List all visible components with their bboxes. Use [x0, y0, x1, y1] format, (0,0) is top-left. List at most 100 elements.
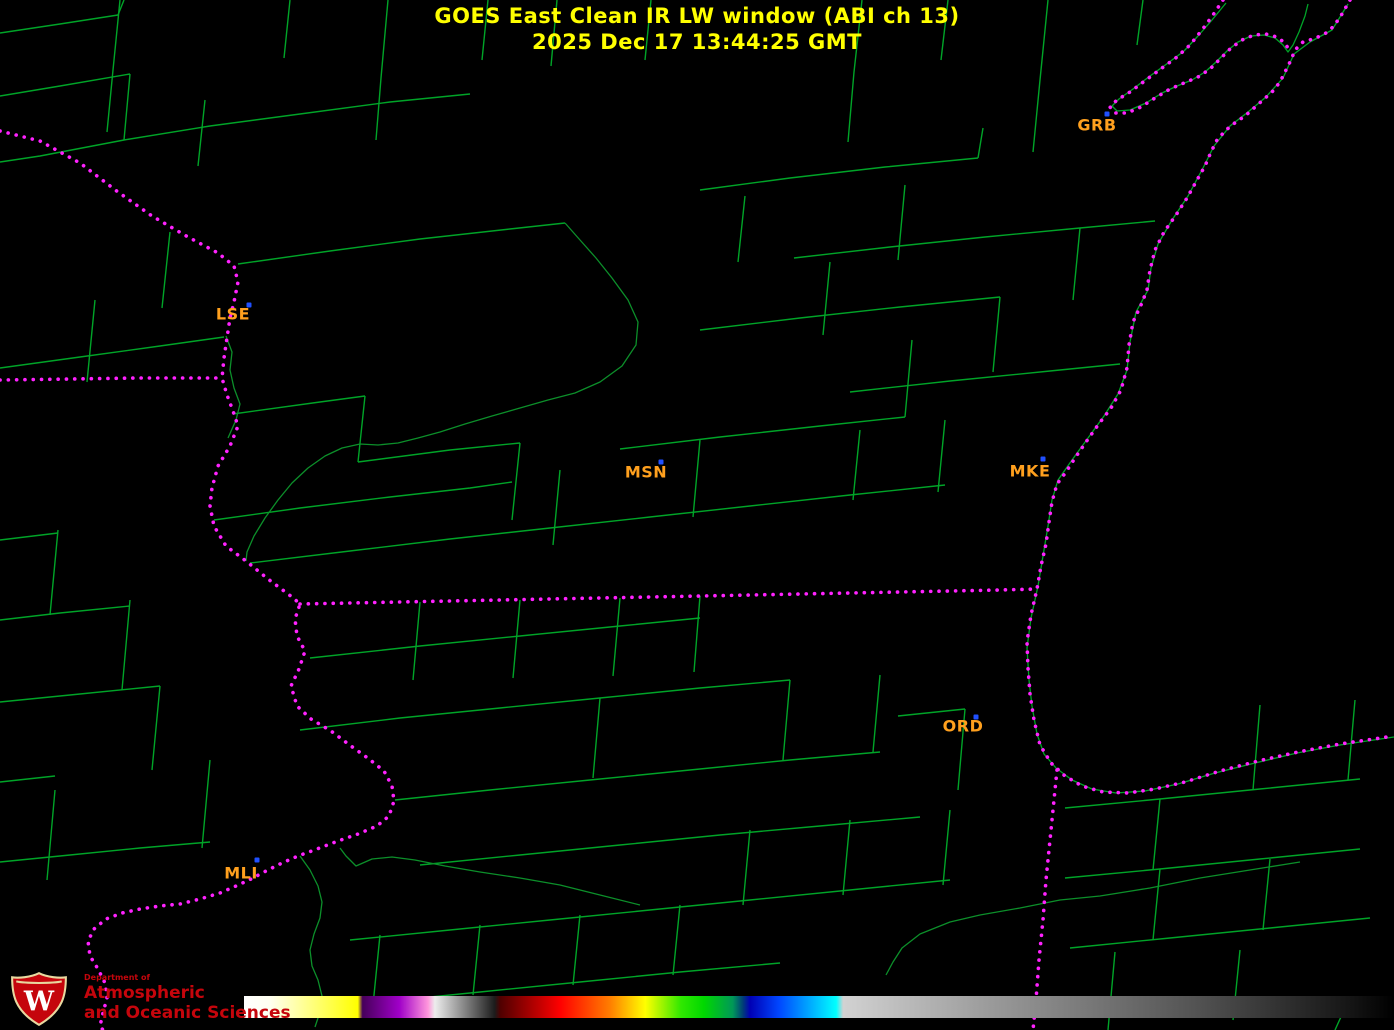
county-boundary-line — [672, 904, 681, 976]
county-boundary-line — [372, 934, 381, 1006]
station-label-lse: LSE — [215, 304, 251, 324]
ir-temperature-colorbar — [244, 996, 1394, 1018]
county-boundary-line — [0, 532, 59, 541]
uw-crest-icon: W — [11, 972, 67, 1027]
county-boundary-line — [232, 395, 366, 415]
county-boundary-line — [299, 679, 791, 731]
county-boundary-line — [793, 220, 1156, 259]
station-dot-mke — [1040, 456, 1046, 462]
county-boundary-line — [619, 416, 906, 450]
county-boundary-line — [0, 0, 125, 34]
county-boundary-line — [1032, 0, 1049, 153]
county-boundary-line — [283, 0, 291, 59]
station-label-mli: MLI — [224, 863, 258, 883]
county-boundary-line — [897, 184, 906, 261]
county-boundary-line — [472, 924, 481, 996]
river-line — [339, 847, 641, 906]
county-boundary-line — [309, 617, 701, 659]
logo-dept-line: Department of — [84, 973, 151, 983]
county-boundary-line — [412, 601, 421, 681]
county-boundary-line — [1262, 858, 1271, 931]
county-boundary-line — [213, 481, 513, 521]
county-boundary-line — [847, 0, 863, 143]
county-boundary-line — [849, 363, 1121, 393]
satellite-image-viewer: GOES East Clean IR LW window (ABI ch 13)… — [0, 0, 1394, 1030]
county-boundary-line — [121, 599, 131, 691]
county-boundary-line — [1107, 951, 1116, 1030]
state-border-dotted — [1108, 0, 1291, 115]
county-boundary-line — [1152, 798, 1161, 871]
county-boundary-line — [249, 484, 946, 564]
river-line — [245, 222, 639, 562]
county-boundary-line — [106, 0, 121, 133]
county-boundary-line — [419, 816, 921, 866]
county-boundary-line — [592, 697, 601, 779]
state-border-dotted — [0, 129, 396, 1030]
county-boundary-line — [394, 751, 881, 801]
station-label-msn: MSN — [624, 462, 668, 482]
county-boundary-line — [942, 809, 951, 886]
county-boundary-line — [992, 296, 1001, 373]
county-boundary-line — [1152, 868, 1161, 941]
county-boundary-line — [572, 914, 581, 986]
county-boundary-line — [1072, 227, 1081, 301]
county-boundary-line — [0, 841, 211, 863]
county-boundary-line — [612, 597, 621, 677]
svg-text:W: W — [23, 986, 55, 1017]
county-boundary-line — [1252, 704, 1261, 791]
county-boundary-line — [46, 789, 56, 881]
county-boundary-line — [511, 442, 521, 521]
county-boundary-line — [123, 93, 471, 141]
county-boundary-line — [699, 157, 979, 191]
county-boundary-line — [737, 195, 746, 263]
county-boundary-line — [375, 0, 389, 141]
county-boundary-line — [201, 759, 211, 849]
map-canvas — [0, 0, 1394, 1030]
county-boundary-line — [349, 879, 951, 941]
county-boundary-line — [904, 339, 913, 418]
logo-name-line1: Atmospheric — [84, 983, 205, 1004]
county-boundary-line — [0, 336, 225, 369]
county-boundary-line — [842, 819, 851, 896]
county-boundary-line — [357, 442, 521, 463]
county-boundary-line — [49, 529, 59, 616]
river-line — [225, 335, 241, 439]
county-boundary-line — [123, 73, 131, 141]
county-boundary-line — [481, 0, 489, 61]
station-dot-ord — [973, 714, 979, 720]
state-border-dotted — [1031, 768, 1059, 1030]
county-boundary-line — [161, 231, 171, 309]
logo-text: Department of Atmospheric and Oceanic Sc… — [84, 974, 291, 1023]
county-boundary-line — [0, 605, 131, 621]
county-boundary-line — [782, 679, 791, 761]
county-boundary-line — [644, 0, 652, 61]
station-label-grb: GRB — [1077, 115, 1117, 135]
county-boundary-line — [699, 296, 1001, 331]
county-boundary-line — [693, 595, 701, 673]
county-boundary-line — [0, 775, 56, 783]
county-boundary-line — [197, 99, 206, 167]
river-line — [885, 861, 1301, 976]
county-boundary-line — [692, 439, 701, 518]
county-boundary-line — [1347, 699, 1356, 781]
county-boundary-line — [151, 685, 161, 771]
county-boundary-line — [86, 299, 96, 383]
county-boundary-line — [822, 261, 831, 336]
station-dot-grb — [1104, 111, 1110, 117]
county-boundary-line — [0, 139, 125, 163]
state-border-dotted — [298, 587, 1039, 606]
county-boundary-line — [1069, 917, 1371, 949]
county-boundary-line — [237, 222, 566, 265]
county-boundary-line — [0, 685, 161, 703]
station-label-mke: MKE — [1009, 461, 1051, 481]
county-boundary-line — [512, 599, 521, 679]
county-boundary-line — [742, 829, 751, 906]
county-boundary-line — [1136, 0, 1144, 46]
county-boundary-line — [940, 0, 949, 61]
station-dot-lse — [246, 302, 252, 308]
county-boundary-line — [977, 127, 984, 159]
county-boundary-line — [897, 708, 966, 717]
county-boundary-line — [852, 429, 861, 501]
uw-aos-logo: W Department of Atmospheric and Oceanic … — [8, 971, 291, 1027]
county-boundary-line — [550, 0, 558, 67]
